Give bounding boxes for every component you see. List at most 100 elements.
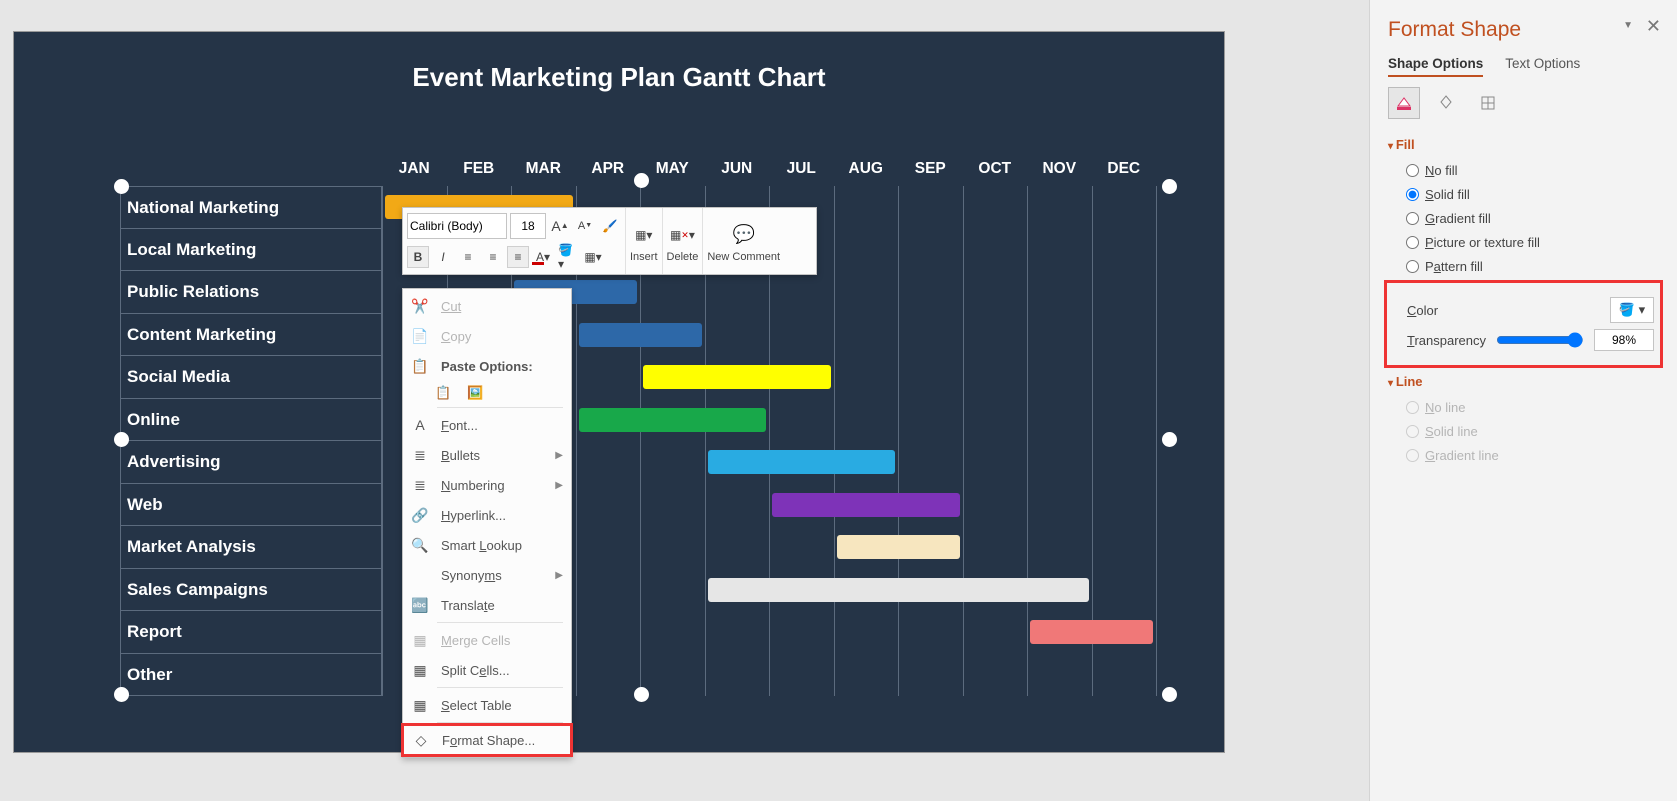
- selection-handle[interactable]: [1162, 432, 1177, 447]
- row-label[interactable]: National Marketing: [120, 186, 382, 229]
- fill-line-tab-icon[interactable]: [1388, 87, 1420, 119]
- gantt-bar[interactable]: [837, 535, 960, 559]
- insert-label[interactable]: Insert: [630, 251, 658, 263]
- row-label[interactable]: Report: [120, 611, 382, 654]
- gantt-bar[interactable]: [708, 578, 1089, 602]
- menu-select-table[interactable]: ▦Select Table: [403, 690, 571, 720]
- radio-solid-line[interactable]: Solid line: [1406, 421, 1659, 441]
- context-menu: ✂️Cut 📄Copy 📋Paste Options: 📋 🖼️ AFont..…: [402, 288, 572, 758]
- row-label[interactable]: Sales Campaigns: [120, 569, 382, 612]
- gantt-bar[interactable]: [1030, 620, 1153, 644]
- align-left-icon[interactable]: ≡: [457, 246, 479, 268]
- selection-handle[interactable]: [114, 432, 129, 447]
- transparency-slider[interactable]: [1496, 332, 1584, 348]
- split-cells-icon: ▦: [411, 662, 429, 679]
- new-comment-label[interactable]: New Comment: [707, 251, 780, 263]
- menu-bullets[interactable]: ≣Bullets▶: [403, 440, 571, 470]
- gantt-bar[interactable]: [643, 365, 831, 389]
- insert-table-icon[interactable]: ▦▾: [633, 224, 655, 246]
- transparency-input[interactable]: [1594, 329, 1654, 351]
- tab-shape-options[interactable]: Shape Options: [1388, 56, 1483, 77]
- align-right-icon[interactable]: ≡: [507, 246, 529, 268]
- row-label[interactable]: Market Analysis: [120, 526, 382, 569]
- row-label[interactable]: Advertising: [120, 441, 382, 484]
- month-jan: JAN: [382, 160, 447, 186]
- selection-handle[interactable]: [114, 179, 129, 194]
- menu-split-cells[interactable]: ▦Split Cells...: [403, 655, 571, 685]
- radio-no-fill[interactable]: No fill: [1406, 160, 1659, 180]
- format-shape-pane: ▼ ✕ Format Shape Shape Options Text Opti…: [1369, 0, 1677, 801]
- font-name-input[interactable]: [407, 213, 507, 239]
- row-label[interactable]: Content Marketing: [120, 314, 382, 357]
- format-painter-icon[interactable]: 🖌️: [599, 215, 621, 237]
- gantt-bar[interactable]: [772, 493, 960, 517]
- menu-font[interactable]: AFont...: [403, 410, 571, 440]
- section-fill[interactable]: Fill: [1388, 137, 1659, 152]
- selection-handle[interactable]: [634, 687, 649, 702]
- gantt-bar[interactable]: [579, 408, 767, 432]
- effects-tab-icon[interactable]: [1430, 87, 1462, 119]
- paste-picture-icon[interactable]: 🖼️: [467, 385, 483, 401]
- menu-format-shape[interactable]: ◇Format Shape...: [401, 723, 573, 757]
- borders-icon[interactable]: ▦▾: [582, 246, 604, 268]
- selection-handle[interactable]: [1162, 179, 1177, 194]
- align-center-icon[interactable]: ≡: [482, 246, 504, 268]
- tab-text-options[interactable]: Text Options: [1505, 56, 1580, 77]
- selection-handle[interactable]: [634, 173, 649, 188]
- menu-synonyms[interactable]: Synonyms▶: [403, 560, 571, 590]
- translate-icon: 🔤: [411, 597, 429, 614]
- menu-copy[interactable]: 📄Copy: [403, 321, 571, 351]
- grow-font-icon[interactable]: A▲: [549, 215, 571, 237]
- row-label[interactable]: Web: [120, 484, 382, 527]
- row-label[interactable]: Public Relations: [120, 271, 382, 314]
- month-jul: JUL: [769, 160, 834, 186]
- close-icon[interactable]: ✕: [1646, 16, 1661, 37]
- menu-smart-lookup[interactable]: 🔍Smart Lookup: [403, 530, 571, 560]
- gantt-bar[interactable]: [708, 450, 896, 474]
- delete-table-icon[interactable]: ▦✕▾: [671, 224, 693, 246]
- radio-picture-fill[interactable]: Picture or texture fill: [1406, 232, 1659, 252]
- menu-merge-cells[interactable]: ▦Merge Cells: [403, 625, 571, 655]
- row-label[interactable]: Local Marketing: [120, 229, 382, 272]
- month-apr: APR: [576, 160, 641, 186]
- new-comment-icon[interactable]: 💬: [733, 224, 755, 246]
- month-dec: DEC: [1092, 160, 1157, 186]
- row-label[interactable]: Online: [120, 399, 382, 442]
- fill-color-icon[interactable]: 🪣▾: [557, 246, 579, 268]
- menu-hyperlink[interactable]: 🔗Hyperlink...: [403, 500, 571, 530]
- bold-icon[interactable]: B: [407, 246, 429, 268]
- shrink-font-icon[interactable]: A▼: [574, 215, 596, 237]
- radio-no-line[interactable]: No line: [1406, 397, 1659, 417]
- radio-gradient-fill[interactable]: Gradient fill: [1406, 208, 1659, 228]
- gantt-bar[interactable]: [579, 323, 702, 347]
- smart-lookup-icon: 🔍: [411, 537, 429, 554]
- mini-toolbar: A▲ A▼ 🖌️ B I ≡ ≡ ≡ A▾ 🪣▾ ▦▾ ▦▾ Insert ▦✕…: [402, 207, 817, 275]
- paste-keep-formatting-icon[interactable]: 📋: [435, 385, 451, 401]
- size-tab-icon[interactable]: [1472, 87, 1504, 119]
- slide-canvas: Event Marketing Plan Gantt Chart JAN FEB…: [14, 32, 1224, 752]
- italic-icon[interactable]: I: [432, 246, 454, 268]
- menu-numbering[interactable]: ≣Numbering▶: [403, 470, 571, 500]
- month-oct: OCT: [963, 160, 1028, 186]
- month-header: JAN FEB MAR APR MAY JUN JUL AUG SEP OCT …: [382, 160, 1166, 186]
- color-picker-button[interactable]: 🪣 ▾: [1610, 297, 1654, 323]
- row-label[interactable]: Social Media: [120, 356, 382, 399]
- radio-gradient-line[interactable]: Gradient line: [1406, 445, 1659, 465]
- delete-label[interactable]: Delete: [667, 251, 699, 263]
- month-jun: JUN: [705, 160, 770, 186]
- row-label[interactable]: Other: [120, 654, 382, 697]
- clipboard-icon: 📋: [411, 358, 429, 375]
- radio-solid-fill[interactable]: Solid fill: [1406, 184, 1659, 204]
- pane-menu-icon[interactable]: ▼: [1623, 20, 1633, 31]
- selection-handle[interactable]: [1162, 687, 1177, 702]
- font-size-input[interactable]: [510, 213, 546, 239]
- pane-title: Format Shape: [1388, 18, 1659, 42]
- select-table-icon: ▦: [411, 697, 429, 714]
- selection-handle[interactable]: [114, 687, 129, 702]
- menu-cut[interactable]: ✂️Cut: [403, 291, 571, 321]
- font-color-icon[interactable]: A▾: [532, 246, 554, 268]
- section-line[interactable]: Line: [1388, 374, 1659, 389]
- copy-icon: 📄: [411, 328, 429, 345]
- menu-translate[interactable]: 🔤Translate: [403, 590, 571, 620]
- radio-pattern-fill[interactable]: Pattern fill: [1406, 256, 1659, 276]
